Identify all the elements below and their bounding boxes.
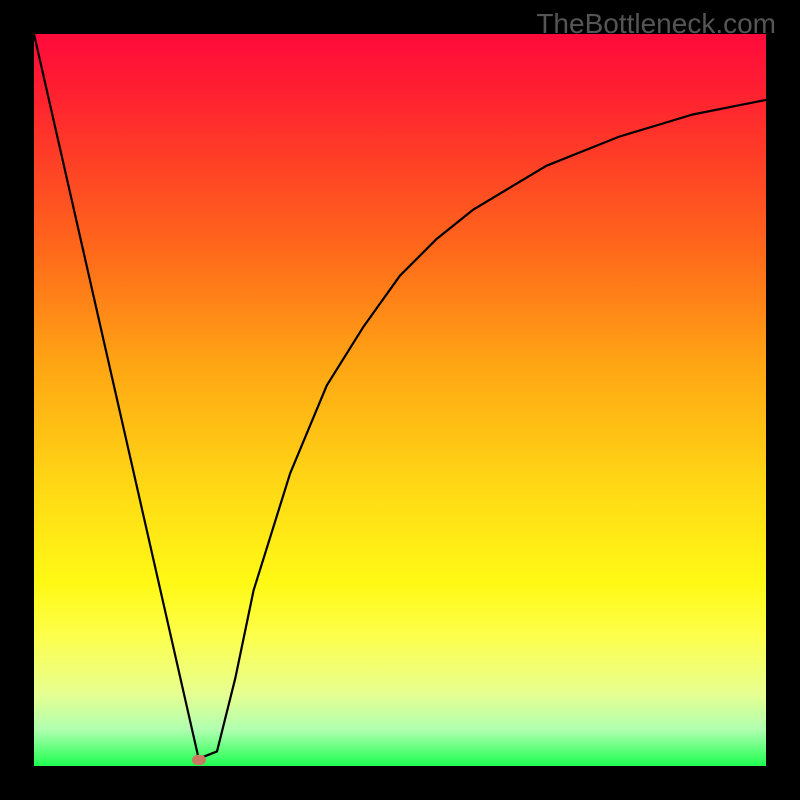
- bottleneck-curve: [34, 34, 766, 766]
- chart-frame: TheBottleneck.com: [0, 0, 800, 800]
- curve-path: [34, 34, 766, 759]
- minimum-marker: [192, 755, 206, 765]
